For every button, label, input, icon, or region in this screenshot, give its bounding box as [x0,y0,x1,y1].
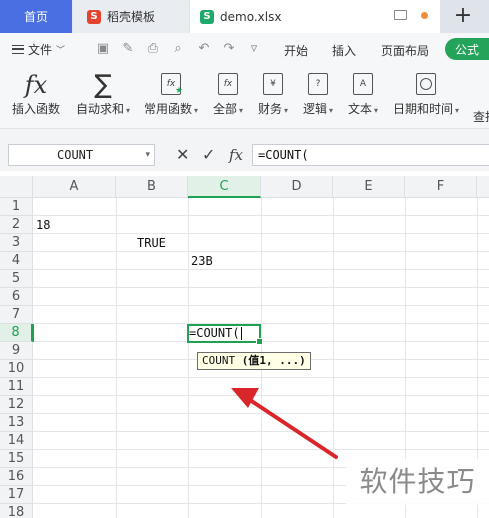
chevron-down-icon: ▾ [145,150,150,160]
cancel-icon[interactable]: ✕ [176,146,189,164]
hamburger-icon [12,45,24,54]
format-painter-icon[interactable]: ✎ [121,42,135,56]
spreadsheet-icon: S [200,9,214,24]
print-icon[interactable]: ⎙ [146,42,160,56]
tab-home-label: 首页 [23,10,48,24]
tab-document-label: demo.xlsx [220,9,282,24]
save-icon[interactable]: ▣ [96,42,110,56]
autosum-button[interactable]: ∑ 自动求和 ▾ [76,70,130,117]
insert-function-label: 插入函数 [12,102,61,116]
clock-icon [416,73,437,95]
sigma-icon: ∑ [94,70,112,100]
tab-home[interactable]: 首页 [0,0,72,33]
spreadsheet-grid[interactable]: A B C D E F 1 2 3 4 5 6 7 8 9 10 11 12 1… [0,176,489,518]
menu-formulas-label: 公式 [454,42,479,57]
monitor-icon[interactable] [394,10,407,20]
fx-icon: fx [24,71,48,99]
file-menu[interactable]: 文件 ﹀ [12,41,65,58]
common-functions-button[interactable]: fx 常用函数▾ [144,70,198,117]
customize-dropdown-icon[interactable]: ▿ [247,42,261,56]
watermark: 软件技巧 [346,459,489,505]
print-preview-icon[interactable]: ⌕ [171,42,185,56]
name-box[interactable]: COUNT ▾ [8,144,155,166]
datetime-label: 日期和时间 [393,102,454,116]
logical-label: 逻辑 [303,102,328,116]
tab-bar: 首页 S 稻壳模板 S demo.xlsx + [0,0,489,33]
datetime-button[interactable]: 日期和时间 ▾ [393,70,459,117]
all-functions-button[interactable]: fx 全部 ▾ [213,70,243,117]
all-functions-label: 全部 [213,102,238,116]
menu-bar: 文件 ﹀ ▣ ✎ ⎙ ⌕ ↶ ↷ ▿ 开始 插入 页面布局 公式 [0,33,489,66]
lookup-label: 查找 [473,110,489,124]
common-functions-icon: fx [161,73,182,95]
autosum-label: 自动求和 [76,102,125,116]
formula-bar: COUNT ▾ ✕ ✓ fx =COUNT( [0,128,489,171]
logical-button[interactable]: ? 逻辑 ▾ [303,70,333,117]
yen-icon: ¥ [263,73,284,95]
all-functions-icon: fx [218,73,239,95]
menu-insert[interactable]: 插入 [332,42,356,59]
redo-icon[interactable]: ↷ [222,42,236,56]
insert-function-fx-icon[interactable]: fx [229,146,243,164]
menu-home[interactable]: 开始 [284,42,308,59]
formula-input[interactable]: =COUNT( [252,144,489,166]
tab-daoke-label: 稻壳模板 [107,10,156,24]
insert-function-button[interactable]: fx 插入函数 [12,70,60,117]
financial-label: 财务 [258,102,283,116]
undo-icon[interactable]: ↶ [197,42,211,56]
chevron-down-icon: ﹀ [56,46,66,56]
unsaved-dot-icon [421,11,428,19]
daoke-logo-icon: S [87,9,101,24]
menu-page-layout[interactable]: 页面布局 [381,42,429,59]
tab-document[interactable]: S demo.xlsx [190,0,440,33]
ribbon: fx 插入函数 ∑ 自动求和▾ fx 常用函数▾ fx 全部▾ ¥ 财务▾ ? … [0,66,489,128]
tab-daoke-templates[interactable]: S 稻壳模板 [73,0,189,33]
menu-formulas[interactable]: 公式 [445,38,489,60]
text-a-icon: A [353,73,374,95]
formula-input-value: =COUNT( [258,148,309,162]
arrow-shaft [248,398,338,459]
question-icon: ? [308,73,329,95]
file-menu-label: 文件 [28,43,53,57]
confirm-icon[interactable]: ✓ [202,146,215,164]
add-tab-button[interactable]: + [449,4,477,28]
common-functions-label: 常用函数 [144,102,193,116]
text-functions-button[interactable]: A 文本 ▾ [348,70,378,117]
lookup-button[interactable]: 查找 [473,70,489,125]
financial-button[interactable]: ¥ 财务 ▾ [258,70,288,117]
name-box-value: COUNT [57,148,94,162]
text-functions-label: 文本 [348,102,373,116]
